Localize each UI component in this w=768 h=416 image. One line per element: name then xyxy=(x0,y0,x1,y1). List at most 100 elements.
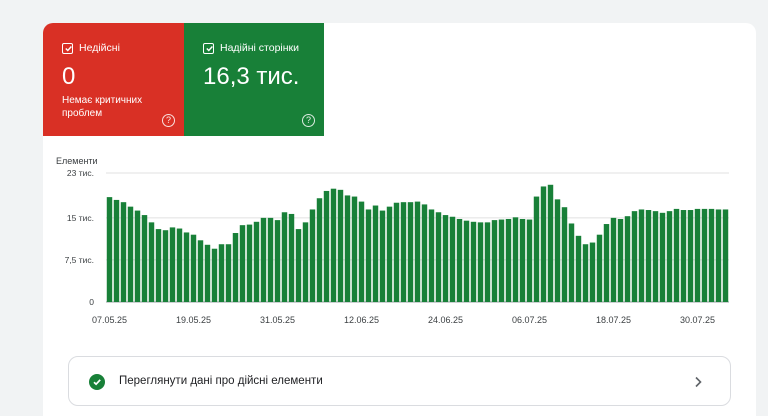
bar[interactable] xyxy=(344,195,351,302)
bar[interactable] xyxy=(274,220,281,302)
bar[interactable] xyxy=(435,212,442,302)
bar[interactable] xyxy=(323,190,330,302)
bar[interactable] xyxy=(575,235,582,302)
bar[interactable] xyxy=(722,209,729,302)
bar[interactable] xyxy=(428,209,435,302)
bar[interactable] xyxy=(666,211,673,302)
bar[interactable] xyxy=(582,244,589,302)
bar[interactable] xyxy=(659,212,666,302)
bar[interactable] xyxy=(120,202,127,302)
bar[interactable] xyxy=(267,217,274,302)
bar[interactable] xyxy=(316,198,323,302)
bar[interactable] xyxy=(519,218,526,302)
bar[interactable] xyxy=(358,201,365,302)
bar[interactable] xyxy=(134,210,141,302)
bar[interactable] xyxy=(113,199,120,302)
bar[interactable] xyxy=(701,208,708,302)
bar[interactable] xyxy=(596,234,603,302)
bar[interactable] xyxy=(148,222,155,302)
bar[interactable] xyxy=(624,216,631,302)
bar[interactable] xyxy=(708,208,715,302)
bar[interactable] xyxy=(561,207,568,302)
bar[interactable] xyxy=(176,228,183,302)
bar[interactable] xyxy=(393,202,400,302)
chevron-right-icon[interactable] xyxy=(690,374,706,390)
bar[interactable] xyxy=(414,201,421,302)
bar[interactable] xyxy=(484,222,491,302)
bar[interactable] xyxy=(477,222,484,302)
bar[interactable] xyxy=(281,212,288,302)
bar[interactable] xyxy=(197,240,204,302)
bar[interactable] xyxy=(295,229,302,302)
bar[interactable] xyxy=(449,216,456,302)
valid-tile[interactable]: Надійні сторінки 16,3 тис. ? xyxy=(184,23,324,136)
bar[interactable] xyxy=(400,202,407,302)
bar[interactable] xyxy=(421,204,428,302)
bar[interactable] xyxy=(568,223,575,302)
bar[interactable] xyxy=(694,208,701,302)
bar[interactable] xyxy=(204,244,211,302)
bar[interactable] xyxy=(253,221,260,302)
bar[interactable] xyxy=(456,218,463,302)
bar[interactable] xyxy=(365,209,372,302)
bar[interactable] xyxy=(106,197,113,302)
index-report-card: Недійсні 0 Немає критичних проблем ? Над… xyxy=(43,23,756,416)
bar[interactable] xyxy=(673,208,680,302)
bar[interactable] xyxy=(589,242,596,302)
view-valid-items-row[interactable]: Переглянути дані про дійсні елементи xyxy=(68,356,731,406)
bar[interactable] xyxy=(211,248,218,302)
bar[interactable] xyxy=(533,196,540,302)
bar[interactable] xyxy=(554,199,561,302)
bar[interactable] xyxy=(330,188,337,302)
bar[interactable] xyxy=(127,206,134,302)
bar[interactable] xyxy=(610,217,617,302)
bar[interactable] xyxy=(603,224,610,302)
bar[interactable] xyxy=(288,213,295,302)
bar[interactable] xyxy=(512,217,519,302)
bar[interactable] xyxy=(302,222,309,302)
bar[interactable] xyxy=(442,215,449,302)
bar[interactable] xyxy=(379,210,386,302)
bar[interactable] xyxy=(155,229,162,302)
bar[interactable] xyxy=(162,230,169,302)
bar[interactable] xyxy=(715,209,722,302)
x-tick-label: 18.07.25 xyxy=(596,315,631,325)
bar[interactable] xyxy=(526,219,533,302)
bar[interactable] xyxy=(547,184,554,302)
bar[interactable] xyxy=(498,219,505,302)
bar[interactable] xyxy=(141,215,148,302)
bar[interactable] xyxy=(372,205,379,302)
bar[interactable] xyxy=(463,220,470,302)
help-icon[interactable]: ? xyxy=(302,114,315,127)
bar[interactable] xyxy=(652,211,659,302)
bar[interactable] xyxy=(232,233,239,302)
bar[interactable] xyxy=(491,220,498,302)
bar[interactable] xyxy=(169,227,176,302)
x-tick-label: 06.07.25 xyxy=(512,315,547,325)
bar[interactable] xyxy=(540,186,547,302)
bar[interactable] xyxy=(645,210,652,302)
bar[interactable] xyxy=(631,211,638,302)
bar[interactable] xyxy=(687,210,694,302)
bar[interactable] xyxy=(225,244,232,302)
bar[interactable] xyxy=(617,218,624,302)
bar[interactable] xyxy=(183,232,190,302)
invalid-tile[interactable]: Недійсні 0 Немає критичних проблем ? xyxy=(43,23,184,136)
bar[interactable] xyxy=(218,244,225,302)
help-icon[interactable]: ? xyxy=(162,114,175,127)
bar[interactable] xyxy=(337,189,344,302)
checkbox-checked-icon[interactable] xyxy=(203,42,214,54)
bar[interactable] xyxy=(638,209,645,302)
bar[interactable] xyxy=(680,210,687,302)
bar[interactable] xyxy=(246,224,253,302)
bar[interactable] xyxy=(190,234,197,302)
bar[interactable] xyxy=(351,196,358,302)
bar[interactable] xyxy=(407,202,414,302)
bar[interactable] xyxy=(239,225,246,302)
bar[interactable] xyxy=(260,217,267,302)
bar[interactable] xyxy=(386,206,393,302)
bar[interactable] xyxy=(309,209,316,302)
bar[interactable] xyxy=(505,218,512,302)
bar[interactable] xyxy=(470,221,477,302)
checkbox-checked-icon[interactable] xyxy=(62,42,73,54)
